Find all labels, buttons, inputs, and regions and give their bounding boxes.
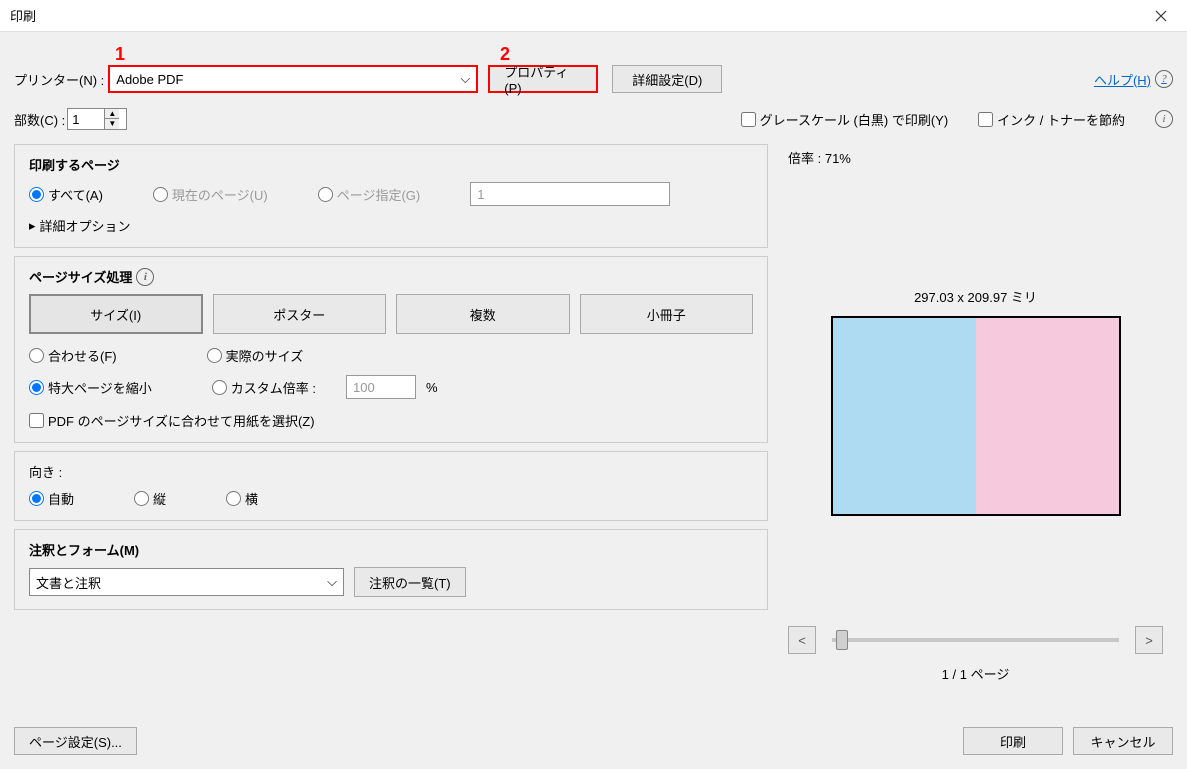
annotation-1: 1 xyxy=(115,44,125,65)
printer-label: プリンター(N) : xyxy=(14,70,104,89)
comments-group: 注釈とフォーム(M) 文書と注釈 ⌵ 注釈の一覧(T) xyxy=(14,529,768,610)
properties-button[interactable]: プロパティ(P) xyxy=(488,65,598,93)
page-slider[interactable] xyxy=(832,638,1119,642)
radio-portrait[interactable]: 縦 xyxy=(134,489,166,508)
scale-label: 倍率 : 71% xyxy=(788,148,1163,167)
close-button[interactable] xyxy=(1141,4,1181,28)
orientation-title: 向き : xyxy=(29,462,753,481)
print-button[interactable]: 印刷 xyxy=(963,727,1063,755)
more-options-toggle[interactable]: ▸詳細オプション xyxy=(29,216,753,235)
radio-actual[interactable]: 実際のサイズ xyxy=(207,346,304,365)
comments-select[interactable]: 文書と注釈 ⌵ xyxy=(29,568,344,596)
copies-spinner[interactable]: ▲▼ xyxy=(67,108,127,130)
preview-panel: 倍率 : 71% 297.03 x 209.97 ミリ < > 1 / 1 ペー… xyxy=(778,144,1173,687)
window-title: 印刷 xyxy=(10,6,36,25)
radio-shrink[interactable]: 特大ページを縮小 xyxy=(29,378,152,397)
comments-title: 注釈とフォーム(M) xyxy=(29,540,753,559)
page-indicator: 1 / 1 ページ xyxy=(788,664,1163,683)
copies-label: 部数(C) : xyxy=(14,110,65,129)
radio-fit[interactable]: 合わせる(F) xyxy=(29,346,117,365)
preview-left-page xyxy=(833,318,976,514)
printer-select[interactable]: Adobe PDF ⌵ xyxy=(108,65,478,93)
choose-paper-checkbox[interactable]: PDF のページサイズに合わせて用紙を選択(Z) xyxy=(29,411,753,430)
help-icon: ? xyxy=(1155,70,1173,88)
preview-box xyxy=(831,316,1121,516)
percent-label: % xyxy=(426,380,438,395)
sizing-title: ページサイズ処理 i xyxy=(29,267,753,286)
help-link[interactable]: ヘルプ(H) ? xyxy=(1094,70,1173,89)
pages-group: 印刷するページ すべて(A) 現在のページ(U) ページ指定(G) ▸詳細オプシ… xyxy=(14,144,768,248)
chevron-down-icon: ⌵ xyxy=(327,574,337,590)
radio-custom[interactable]: カスタム倍率 : xyxy=(212,378,316,397)
spinner-down-icon[interactable]: ▼ xyxy=(105,119,119,129)
multiple-button[interactable]: 複数 xyxy=(396,294,570,334)
cancel-button[interactable]: キャンセル xyxy=(1073,727,1173,755)
radio-auto[interactable]: 自動 xyxy=(29,489,74,508)
printer-value: Adobe PDF xyxy=(116,72,183,87)
slider-thumb[interactable] xyxy=(836,630,848,650)
copies-input[interactable] xyxy=(68,112,104,127)
radio-range[interactable]: ページ指定(G) xyxy=(318,185,421,204)
custom-scale-input[interactable] xyxy=(346,375,416,399)
chevron-down-icon: ⌵ xyxy=(460,71,470,87)
booklet-button[interactable]: 小冊子 xyxy=(580,294,754,334)
spinner-up-icon[interactable]: ▲ xyxy=(105,109,119,119)
radio-current[interactable]: 現在のページ(U) xyxy=(153,185,268,204)
prev-page-button[interactable]: < xyxy=(788,626,816,654)
advanced-button[interactable]: 詳細設定(D) xyxy=(612,65,722,93)
pages-title: 印刷するページ xyxy=(29,155,753,174)
next-page-button[interactable]: > xyxy=(1135,626,1163,654)
poster-button[interactable]: ポスター xyxy=(213,294,387,334)
info-icon[interactable]: i xyxy=(1155,110,1173,128)
page-setup-button[interactable]: ページ設定(S)... xyxy=(14,727,137,755)
save-ink-checkbox[interactable]: インク / トナーを節約 xyxy=(978,110,1125,129)
size-button[interactable]: サイズ(I) xyxy=(29,294,203,334)
range-input[interactable] xyxy=(470,182,670,206)
triangle-right-icon: ▸ xyxy=(29,218,36,234)
titlebar: 印刷 xyxy=(0,0,1187,32)
grayscale-checkbox[interactable]: グレースケール (白黒) で印刷(Y) xyxy=(741,110,949,129)
dimensions-label: 297.03 x 209.97 ミリ xyxy=(788,287,1163,306)
radio-all[interactable]: すべて(A) xyxy=(29,185,103,204)
radio-landscape[interactable]: 横 xyxy=(226,489,258,508)
summarize-button[interactable]: 注釈の一覧(T) xyxy=(354,567,466,597)
info-icon[interactable]: i xyxy=(136,268,154,286)
sizing-group: ページサイズ処理 i サイズ(I) ポスター 複数 小冊子 合わせる(F) 実際… xyxy=(14,256,768,443)
preview-right-page xyxy=(976,318,1119,514)
orientation-group: 向き : 自動 縦 横 xyxy=(14,451,768,521)
